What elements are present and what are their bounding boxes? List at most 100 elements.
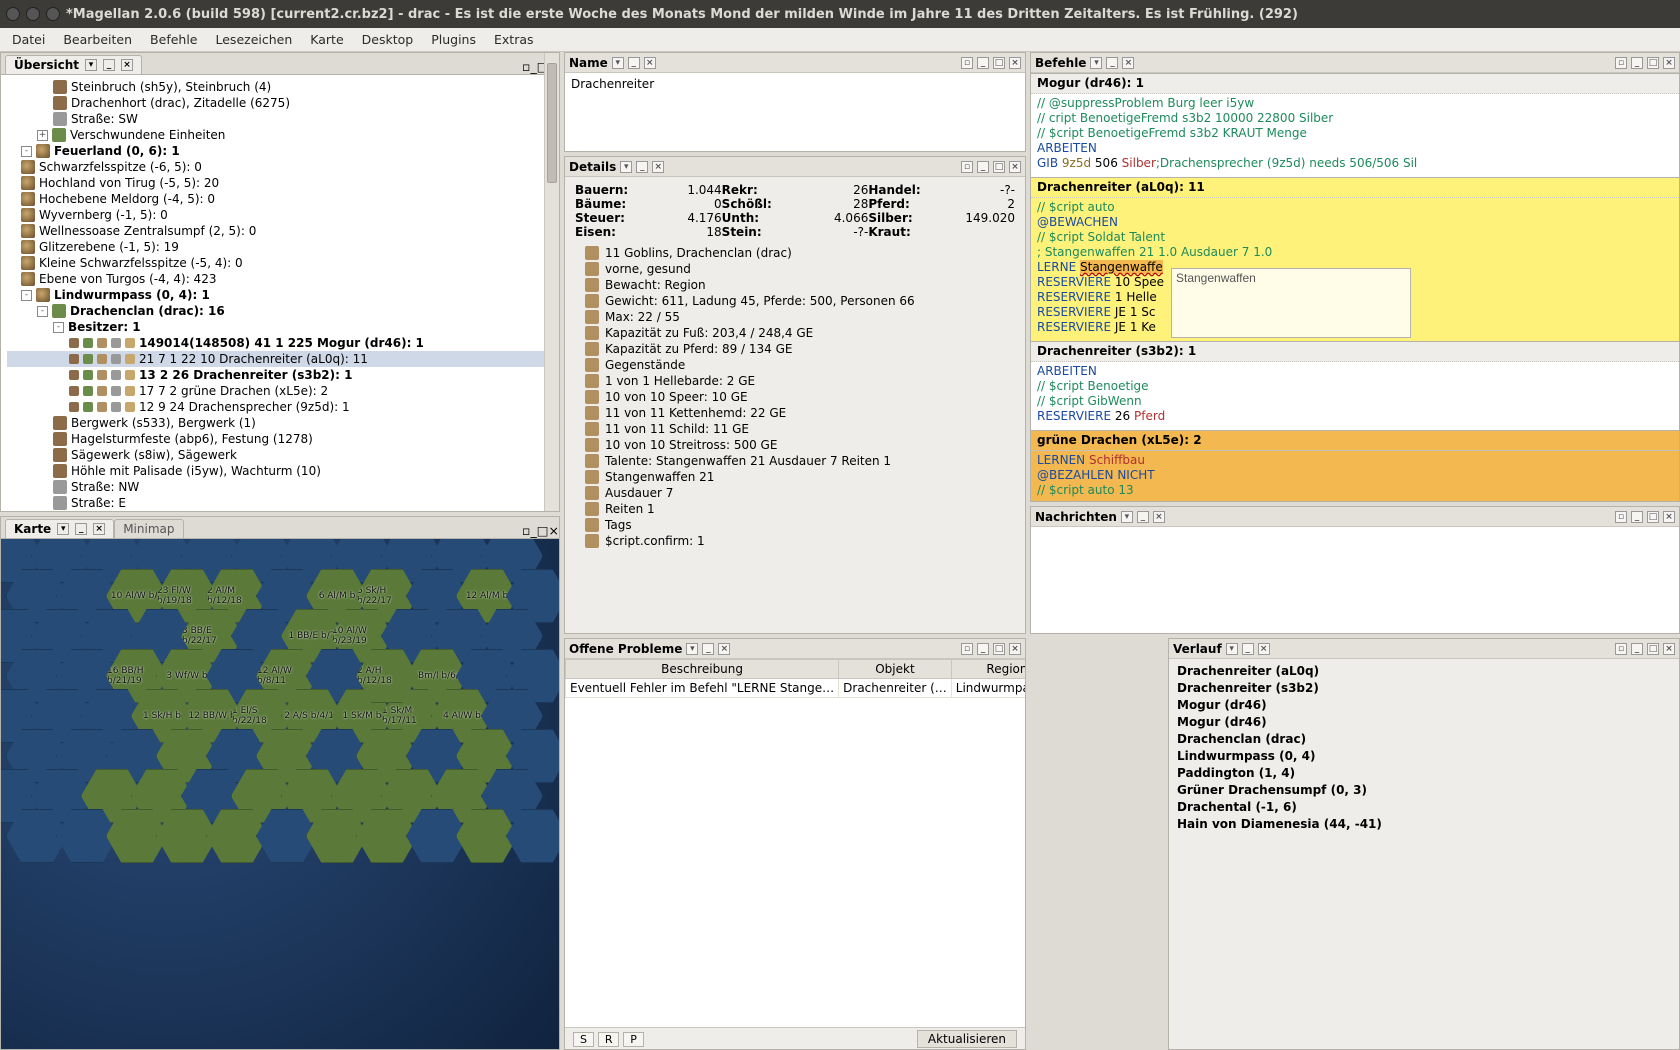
detail-row[interactable]: Gewicht: 611, Ladung 45, Pferde: 500, Pe…: [565, 293, 1025, 309]
command-line[interactable]: ARBEITEN: [1037, 364, 1673, 379]
detail-row[interactable]: 10 von 10 Streitross: 500 GE: [565, 437, 1025, 453]
command-line[interactable]: // $cript auto 13: [1037, 483, 1673, 498]
commands-close2-icon[interactable]: ×: [1663, 57, 1675, 69]
details-min-icon[interactable]: _: [636, 161, 648, 173]
history-item[interactable]: Drachental (-1, 6): [1177, 799, 1671, 816]
details-body[interactable]: Bauern:1.044Rekr:26Handel:-?-Bäume:0Schö…: [565, 177, 1025, 633]
command-group-header[interactable]: Drachenreiter (aL0q): 11: [1031, 178, 1679, 198]
messages-close2-icon[interactable]: ×: [1663, 511, 1675, 523]
command-line[interactable]: LERNEN Schiffbau: [1037, 453, 1673, 468]
name-pin-icon[interactable]: ▾: [612, 57, 624, 69]
command-line[interactable]: @BEZAHLEN NICHT: [1037, 468, 1673, 483]
commands-pin-icon[interactable]: ▾: [1090, 57, 1102, 69]
name-close2-icon[interactable]: ×: [1009, 57, 1021, 69]
tree-node[interactable]: Hagelsturmfeste (abp6), Festung (1278): [7, 431, 557, 447]
tree-node[interactable]: -Lindwurmpass (0, 4): 1: [7, 287, 557, 303]
tree-node[interactable]: Wellnessoase Zentralsumpf (2, 5): 0: [7, 223, 557, 239]
tree-node[interactable]: -Besitzer: 1: [7, 319, 557, 335]
command-line[interactable]: RESERVIERE 26 Pferd: [1037, 409, 1673, 424]
messages-min-icon[interactable]: _: [1137, 511, 1149, 523]
autocomplete-popup[interactable]: Stangenwaffen: [1171, 268, 1411, 338]
tree-node[interactable]: Straße: SW: [7, 111, 557, 127]
tree-node[interactable]: 17 7 2 grüne Drachen (xL5e): 2: [7, 383, 557, 399]
detail-row[interactable]: Ausdauer 7: [565, 485, 1025, 501]
tree-node[interactable]: Steinbruch (sh5y), Steinbruch (4): [7, 79, 557, 95]
history-item[interactable]: Drachenreiter (s3b2): [1177, 680, 1671, 697]
name-close-icon[interactable]: ×: [644, 57, 656, 69]
menu-plugins[interactable]: Plugins: [423, 30, 484, 49]
details-dock-icon[interactable]: ▫: [961, 161, 973, 173]
history-item[interactable]: Paddington (1, 4): [1177, 765, 1671, 782]
tree-node[interactable]: +Verschwundene Einheiten: [7, 127, 557, 143]
command-line[interactable]: // $cript GibWenn: [1037, 394, 1673, 409]
tree-toggle-icon[interactable]: -: [21, 290, 32, 301]
detail-row[interactable]: 10 von 10 Speer: 10 GE: [565, 389, 1025, 405]
problems-col[interactable]: Objekt: [839, 660, 952, 679]
tree-node[interactable]: Straße: E: [7, 495, 557, 511]
tree-node[interactable]: Bergwerk (s533), Bergwerk (1): [7, 415, 557, 431]
detail-row[interactable]: Bewacht: Region: [565, 277, 1025, 293]
detail-row[interactable]: Gegenstände: [565, 357, 1025, 373]
commands-dock-icon[interactable]: ▫: [1615, 57, 1627, 69]
detail-row[interactable]: 11 Goblins, Drachenclan (drac): [565, 245, 1025, 261]
commands-body[interactable]: Mogur (dr46): 1// @suppressProblem Burg …: [1031, 73, 1679, 501]
tree-node[interactable]: Kleine Schwarzfelsspitze (-5, 4): 0: [7, 255, 557, 271]
commands-max-icon[interactable]: □: [1647, 57, 1659, 69]
tree-node[interactable]: Höhle mit Palisade (i5yw), Wachturm (10): [7, 463, 557, 479]
history-item[interactable]: Lindwurmpass (0, 4): [1177, 748, 1671, 765]
history-max-icon[interactable]: □: [1647, 643, 1659, 655]
details-close2-icon[interactable]: ×: [1009, 161, 1021, 173]
overview-tree[interactable]: Steinbruch (sh5y), Steinbruch (4)Drachen…: [1, 75, 559, 511]
command-line[interactable]: @BEWACHEN: [1037, 215, 1673, 230]
tab-overview-min-icon[interactable]: _: [103, 59, 115, 71]
history-close2-icon[interactable]: ×: [1663, 643, 1675, 655]
tree-node[interactable]: 21 7 1 22 10 Drachenreiter (aL0q): 11: [7, 351, 557, 367]
details-close-icon[interactable]: ×: [652, 161, 664, 173]
problems-dock-icon[interactable]: ▫: [961, 643, 973, 655]
problems-refresh-button[interactable]: Aktualisieren: [917, 1030, 1017, 1048]
problems-table[interactable]: BeschreibungObjektRegionParteiZeileTyp E…: [565, 659, 1025, 698]
menu-bearbeiten[interactable]: Bearbeiten: [55, 30, 140, 49]
command-line[interactable]: ARBEITEN: [1037, 141, 1673, 156]
menu-desktop[interactable]: Desktop: [354, 30, 422, 49]
detail-row[interactable]: Max: 22 / 55: [565, 309, 1025, 325]
command-line[interactable]: // $cript Soldat Talent: [1037, 230, 1673, 245]
map-canvas[interactable]: 10 Al/W b/223 Fl/W b/19/182 Al/M b/12/18…: [1, 539, 559, 1049]
problems-pin-icon[interactable]: ▾: [686, 643, 698, 655]
tab-overview[interactable]: Übersicht ▾ _ ×: [5, 55, 142, 74]
history-item[interactable]: Drachenreiter (aL0q): [1177, 663, 1671, 680]
history-item[interactable]: Hain von Diamenesia (44, -41): [1177, 816, 1671, 833]
tab-overview-close-icon[interactable]: ×: [121, 59, 133, 71]
messages-pin-icon[interactable]: ▾: [1121, 511, 1133, 523]
details-min2-icon[interactable]: _: [977, 161, 989, 173]
history-body[interactable]: Drachenreiter (aL0q)Drachenreiter (s3b2)…: [1169, 659, 1679, 1049]
problems-min-icon[interactable]: _: [702, 643, 714, 655]
map-max-icon[interactable]: □: [537, 523, 549, 538]
detail-row[interactable]: 11 von 11 Kettenhemd: 22 GE: [565, 405, 1025, 421]
history-min-icon[interactable]: _: [1242, 643, 1254, 655]
name-min2-icon[interactable]: _: [977, 57, 989, 69]
detail-row[interactable]: 11 von 11 Schild: 11 GE: [565, 421, 1025, 437]
tab-karte-close-icon[interactable]: ×: [93, 523, 105, 535]
problems-col[interactable]: Beschreibung: [566, 660, 839, 679]
history-min2-icon[interactable]: _: [1631, 643, 1643, 655]
tab-overview-pin-icon[interactable]: ▾: [85, 59, 97, 71]
tree-node[interactable]: 13 2 26 Drachenreiter (s3b2): 1: [7, 367, 557, 383]
command-line[interactable]: // $cript Benoetige: [1037, 379, 1673, 394]
command-line[interactable]: // $cript auto: [1037, 200, 1673, 215]
tree-node[interactable]: Ebene von Turgos (-4, 4): 423: [7, 271, 557, 287]
detail-row[interactable]: Stangenwaffen 21: [565, 469, 1025, 485]
details-max-icon[interactable]: □: [993, 161, 1005, 173]
tree-toggle-icon[interactable]: -: [37, 306, 48, 317]
tree-node[interactable]: -Feuerland (0, 6): 1: [7, 143, 557, 159]
detail-row[interactable]: 1 von 1 Hellebarde: 2 GE: [565, 373, 1025, 389]
detail-row[interactable]: $cript.confirm: 1: [565, 533, 1025, 549]
problems-filter-R[interactable]: R: [598, 1032, 620, 1047]
problems-max-icon[interactable]: □: [993, 643, 1005, 655]
tree-node[interactable]: Straße: NW: [7, 479, 557, 495]
history-close-icon[interactable]: ×: [1258, 643, 1270, 655]
detail-row[interactable]: Kapazität zu Pferd: 89 / 134 GE: [565, 341, 1025, 357]
history-pin-icon[interactable]: ▾: [1226, 643, 1238, 655]
detail-row[interactable]: Kapazität zu Fuß: 203,4 / 248,4 GE: [565, 325, 1025, 341]
tab-karte[interactable]: Karte ▾ _ ×: [5, 519, 114, 538]
